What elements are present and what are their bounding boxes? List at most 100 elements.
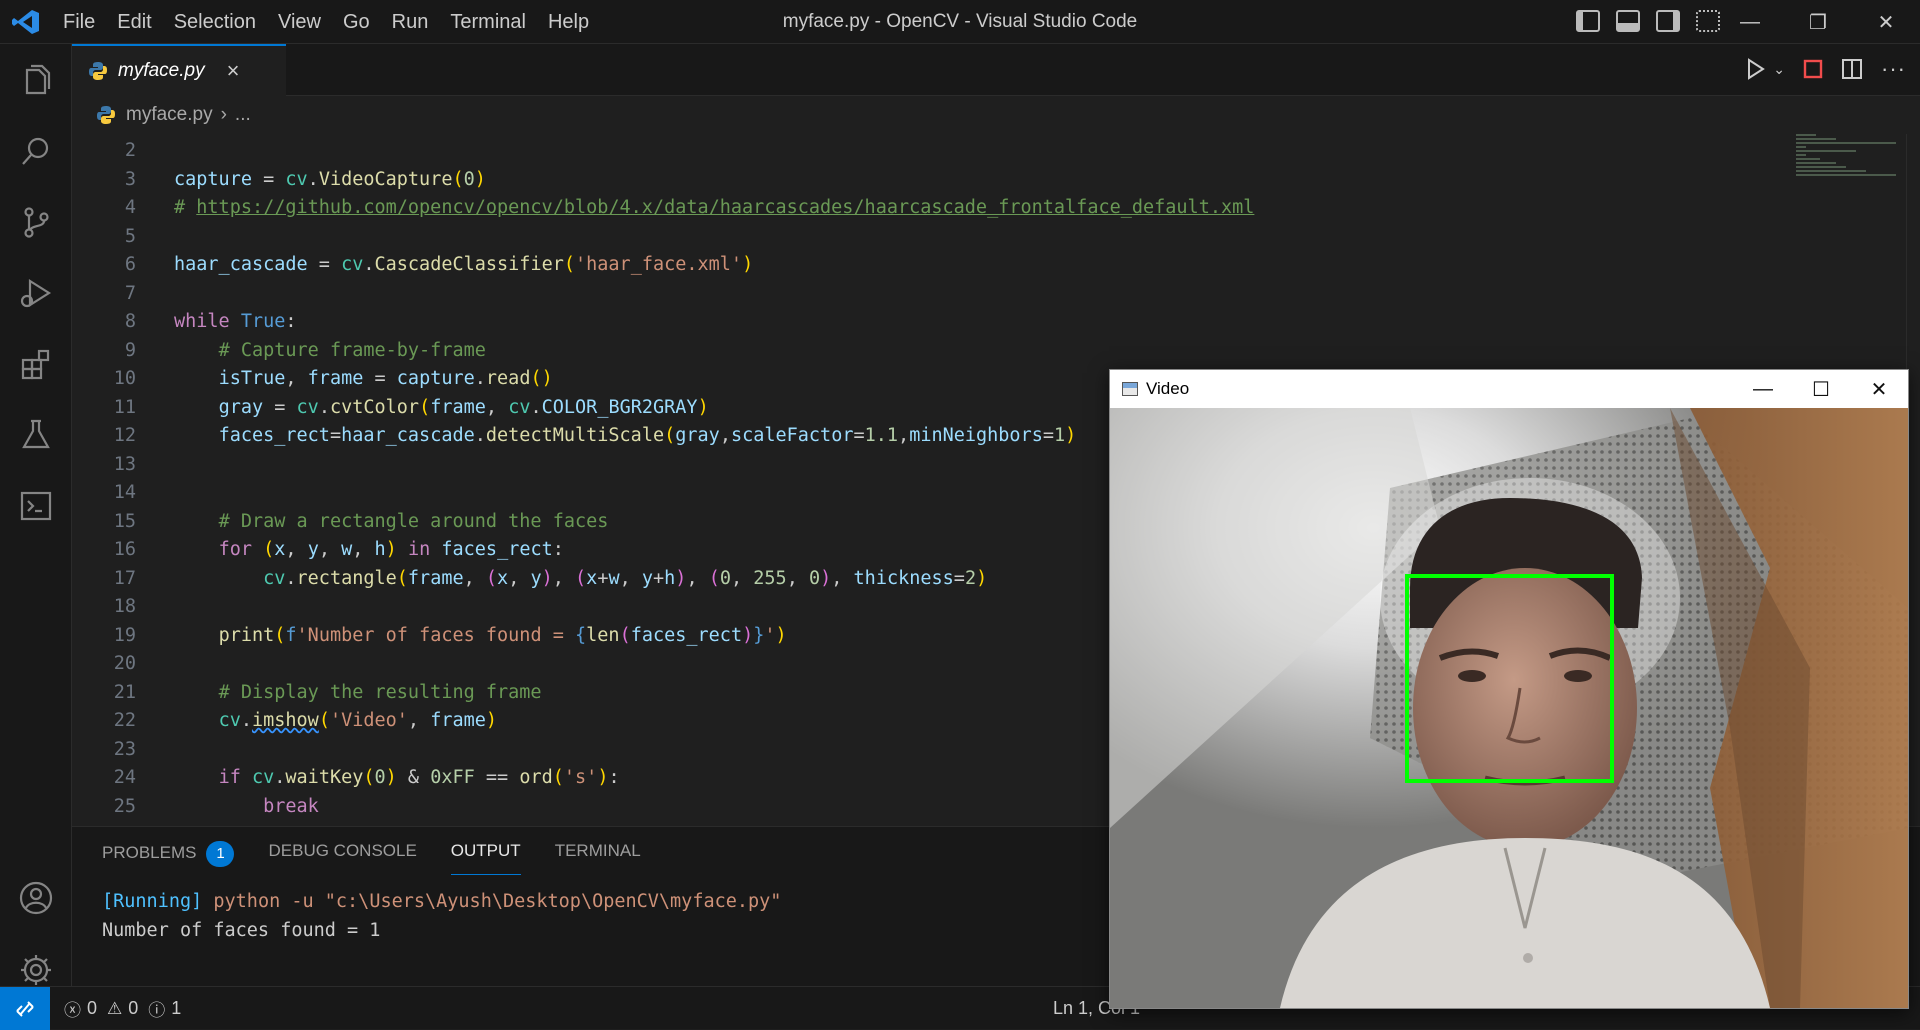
line-number: 23 — [113, 738, 136, 760]
extensions-icon[interactable] — [16, 344, 56, 384]
remote-indicator-icon[interactable] — [0, 987, 50, 1030]
line-number: 11 — [113, 396, 136, 418]
split-editor-icon[interactable] — [1841, 58, 1863, 80]
line-number: 6 — [124, 254, 136, 275]
toggle-primary-sidebar-icon[interactable] — [1576, 10, 1600, 32]
line-number: 18 — [113, 596, 136, 617]
status-problems[interactable]: ⓧ 0 ⚠ 0 ⓘ 1 — [64, 987, 181, 1030]
minimize-button[interactable]: — — [1716, 0, 1784, 44]
error-icon: ⓧ — [64, 1001, 81, 1020]
run-python-file-icon[interactable] — [1745, 57, 1767, 81]
python-file-icon — [89, 62, 107, 80]
menu-bar: File Edit Selection View Go Run Terminal… — [52, 0, 600, 44]
line-number: 24 — [113, 767, 136, 788]
run-dropdown-chevron-icon[interactable]: ⌄ — [1773, 61, 1785, 78]
code-line-4: # https://github.com/opencv/opencv/blob/… — [174, 197, 1255, 218]
code-line-24: if cv.waitKey(0) & 0xFF == ord('s'): — [218, 767, 620, 788]
line-number: 17 — [113, 567, 136, 589]
output-command: python -u "c:\Users\Ayush\Desktop\OpenCV… — [202, 891, 782, 912]
line-number: 10 — [113, 368, 136, 389]
more-actions-icon[interactable]: ··· — [1881, 56, 1906, 82]
code-line-3: capture = cv.VideoCapture(0) — [174, 168, 486, 190]
window-controls: — ❐ ✕ — [1716, 0, 1920, 44]
tab-debug-console-label: DEBUG CONSOLE — [268, 841, 417, 860]
info-count: 1 — [171, 998, 182, 1018]
line-number: 4 — [124, 197, 136, 218]
explorer-icon[interactable] — [16, 60, 56, 100]
tab-output[interactable]: OUTPUT — [450, 841, 521, 875]
source-control-icon[interactable] — [16, 202, 56, 242]
restore-button[interactable]: ❐ — [1784, 0, 1852, 44]
tab-problems[interactable]: PROBLEMS 1 — [102, 841, 235, 875]
editor-actions: ⌄ ··· — [1745, 56, 1906, 82]
line-number: 12 — [113, 425, 136, 446]
remote-explorer-icon[interactable] — [16, 486, 56, 526]
menu-terminal[interactable]: Terminal — [439, 11, 537, 34]
code-line-8: while True: — [174, 311, 297, 332]
accounts-icon[interactable] — [16, 878, 56, 918]
warning-icon: ⚠ — [107, 998, 123, 1018]
menu-help[interactable]: Help — [537, 11, 600, 34]
output-line-2: Number of faces found = 1 — [102, 920, 381, 941]
code-line-25: break — [263, 795, 319, 817]
line-number: 13 — [113, 453, 136, 475]
layout-controls — [1576, 10, 1720, 32]
line-number: 5 — [124, 225, 136, 247]
python-file-icon — [97, 106, 115, 124]
code-line-21: # Display the resulting frame — [218, 681, 542, 703]
output-line-1: [Running] python -u "c:\Users\Ayush\Desk… — [102, 887, 781, 916]
video-frame — [1110, 408, 1908, 1008]
warning-count: 0 — [128, 998, 139, 1018]
video-minimize-button[interactable]: — — [1734, 370, 1792, 408]
tab-close-icon[interactable]: × — [227, 58, 240, 84]
video-window[interactable]: Video — ☐ ✕ — [1109, 369, 1909, 1009]
tab-myface-py[interactable]: myface.py × — [72, 44, 286, 96]
line-number: 19 — [113, 624, 136, 646]
tab-output-label: OUTPUT — [450, 841, 521, 860]
menu-go[interactable]: Go — [332, 11, 381, 34]
tab-label: myface.py — [118, 60, 205, 81]
line-number: 14 — [113, 482, 136, 503]
menu-edit[interactable]: Edit — [106, 11, 162, 34]
close-button[interactable]: ✕ — [1852, 0, 1920, 44]
output-running-tag: [Running] — [102, 891, 203, 912]
line-number: 20 — [113, 653, 136, 674]
stop-icon[interactable] — [1803, 59, 1823, 79]
code-line-15: # Draw a rectangle around the faces — [218, 510, 609, 532]
error-count: 0 — [87, 998, 98, 1018]
code-line-6: haar_cascade = cv.CascadeClassifier('haa… — [174, 254, 754, 275]
video-window-titlebar[interactable]: Video — ☐ ✕ — [1110, 370, 1908, 408]
breadcrumb-separator: › — [220, 104, 227, 125]
code-line-9: # Capture frame-by-frame — [218, 339, 486, 361]
tab-terminal-label: TERMINAL — [554, 841, 641, 860]
manage-gear-icon[interactable] — [16, 950, 56, 990]
code-line-16: for (x, y, w, h) in faces_rect: — [218, 539, 564, 560]
line-number: 25 — [113, 795, 136, 817]
tab-debug-console[interactable]: DEBUG CONSOLE — [268, 841, 416, 875]
video-close-button[interactable]: ✕ — [1850, 370, 1908, 408]
search-icon[interactable] — [16, 131, 56, 171]
testing-icon[interactable] — [16, 415, 56, 455]
toggle-panel-icon[interactable] — [1616, 10, 1640, 32]
tab-terminal[interactable]: TERMINAL — [555, 841, 641, 875]
vscode-logo-icon — [12, 10, 39, 34]
menu-run[interactable]: Run — [381, 11, 440, 34]
menu-selection[interactable]: Selection — [163, 11, 267, 34]
code-line-17: cv.rectangle(frame, (x, y), (x+w, y+h), … — [263, 567, 988, 589]
video-maximize-button[interactable]: ☐ — [1792, 370, 1850, 408]
activity-bar — [0, 44, 72, 986]
code-line-12: faces_rect=haar_cascade.detectMultiScale… — [218, 425, 1077, 446]
toggle-secondary-sidebar-icon[interactable] — [1656, 10, 1680, 32]
line-number: 8 — [124, 311, 136, 332]
line-number: 3 — [124, 168, 136, 190]
line-number: 2 — [124, 140, 136, 161]
line-number: 22 — [113, 710, 136, 731]
breadcrumb-file[interactable]: myface.py — [126, 104, 213, 126]
minimap[interactable] — [1796, 134, 1906, 234]
output-text: [Running] python -u "c:\Users\Ayush\Desk… — [102, 887, 781, 945]
breadcrumb-symbols[interactable]: ... — [235, 104, 251, 126]
code-line-11: gray = cv.cvtColor(frame, cv.COLOR_BGR2G… — [218, 396, 709, 418]
menu-file[interactable]: File — [52, 11, 106, 34]
run-debug-icon[interactable] — [16, 273, 56, 313]
menu-view[interactable]: View — [267, 11, 332, 34]
